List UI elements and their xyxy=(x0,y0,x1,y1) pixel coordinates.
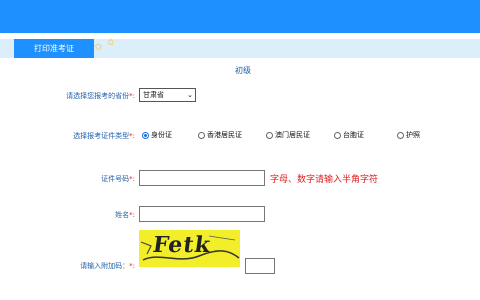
radio-label: 护照 xyxy=(406,131,420,139)
id-type-label: 选择报考证件类型*: xyxy=(73,132,135,140)
radio-taiwan-compatriot[interactable]: 台胞证 xyxy=(334,130,364,140)
radio-unchecked-icon xyxy=(334,131,341,139)
radio-unchecked-icon xyxy=(266,131,273,139)
name-label: 姓名*: xyxy=(115,211,135,219)
name-input[interactable] xyxy=(139,206,265,222)
radio-checked-icon xyxy=(142,131,149,139)
province-select[interactable]: 甘肃省 ⌄ xyxy=(139,88,196,102)
top-banner xyxy=(0,0,480,33)
radio-label: 澳门居民证 xyxy=(275,131,310,139)
captcha-label: 请输入附加码：*: xyxy=(80,262,135,270)
required-mark: *: xyxy=(129,132,135,140)
radio-passport[interactable]: 护照 xyxy=(397,130,420,140)
captcha-input[interactable] xyxy=(245,258,275,274)
province-label: 请选择您报考的省份*: xyxy=(66,92,135,100)
required-mark: *: xyxy=(129,175,135,183)
captcha-image[interactable]: Fetk xyxy=(139,230,240,267)
id-number-input[interactable] xyxy=(139,170,265,186)
level-title: 初级 xyxy=(235,66,251,75)
required-mark: *: xyxy=(129,92,135,100)
radio-label: 身份证 xyxy=(151,131,172,139)
id-number-hint: 字母、数字请输入半角字符 xyxy=(270,175,379,185)
required-mark: ：*: xyxy=(122,262,135,270)
print-admission-ticket-tab[interactable]: 打印准考证 xyxy=(14,39,94,58)
radio-unchecked-icon xyxy=(397,131,404,139)
chevron-down-icon: ⌄ xyxy=(187,91,193,99)
id-number-label: 证件号码*: xyxy=(101,175,135,183)
province-selected-value: 甘肃省 xyxy=(143,91,164,99)
captcha-text: Fetk xyxy=(151,232,213,258)
required-mark: *: xyxy=(129,211,135,219)
radio-macau-resident[interactable]: 澳门居民证 xyxy=(266,130,310,140)
radio-label: 台胞证 xyxy=(343,131,364,139)
radio-hk-resident[interactable]: 香港居民证 xyxy=(198,130,242,140)
star-icon: ✩ xyxy=(107,38,115,48)
radio-label: 香港居民证 xyxy=(207,131,242,139)
star-icon: ✩ xyxy=(94,42,103,53)
radio-unchecked-icon xyxy=(198,131,205,139)
radio-id-card[interactable]: 身份证 xyxy=(142,130,172,140)
